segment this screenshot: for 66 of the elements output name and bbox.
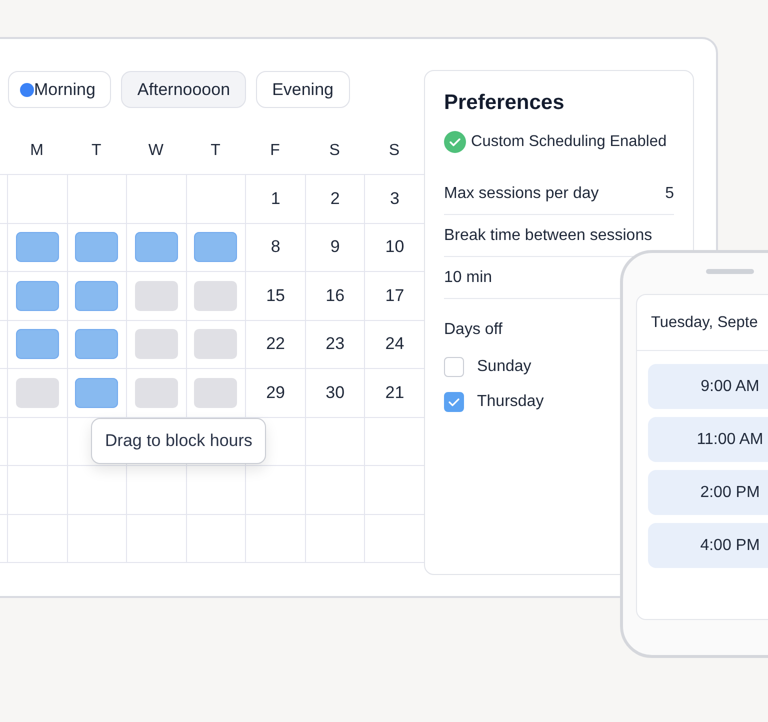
calendar-cell	[304, 465, 364, 514]
hour-block[interactable]	[75, 280, 118, 311]
hour-block[interactable]	[16, 232, 59, 262]
speaker-bar-icon	[706, 269, 754, 274]
hour-block[interactable]	[16, 280, 59, 311]
hour-block[interactable]	[134, 329, 178, 360]
checkbox[interactable]	[444, 357, 464, 377]
time-slot-button[interactable]: 2:00 PM	[648, 470, 768, 515]
time-slot-button[interactable]: 11:00 AM	[648, 417, 768, 462]
checkbox-label: Sunday	[477, 358, 532, 376]
time-slot-button[interactable]: 4:00 PM	[648, 523, 768, 568]
date-cell: 17	[364, 271, 424, 320]
hour-block[interactable]	[75, 329, 118, 360]
date-cell: 23	[304, 320, 364, 368]
calendar-cell	[126, 465, 186, 514]
calendar-cell	[186, 465, 246, 514]
date-cell: 24	[364, 320, 424, 368]
date-cell: 21	[364, 368, 424, 416]
date-cell: 30	[304, 368, 364, 416]
hour-block[interactable]	[194, 280, 238, 311]
date-cell: 15	[245, 271, 305, 320]
status-label: Custom Scheduling Enabled	[471, 133, 667, 151]
panel-title: Preferences	[444, 91, 566, 115]
date-cell: 10	[364, 222, 424, 271]
hour-block[interactable]	[75, 232, 118, 262]
date-cell: 29	[245, 368, 305, 416]
checkbox[interactable]	[444, 392, 464, 412]
weekday-label: F	[270, 142, 280, 160]
calendar-cell	[304, 416, 364, 465]
weekday-label: M	[30, 142, 44, 160]
hour-block[interactable]	[194, 329, 238, 360]
date-cell: 9	[304, 222, 364, 271]
calendar-cell	[66, 465, 126, 514]
date-heading: Tuesday, Septe	[651, 314, 758, 332]
date-cell: 3	[364, 174, 424, 222]
checkbox-label: Thursday	[477, 393, 544, 411]
setting-value: 5	[665, 184, 674, 202]
time-slot-button[interactable]: 9:00 AM	[648, 364, 768, 409]
weekday-label: T	[210, 142, 220, 160]
setting-label: Max sessions per day	[444, 184, 599, 202]
hour-block[interactable]	[75, 378, 118, 408]
hour-block[interactable]	[134, 378, 178, 408]
date-cell: 16	[304, 271, 364, 320]
weekday-label: T	[91, 142, 102, 160]
hour-block[interactable]	[194, 232, 238, 262]
tooltip: Drag to block hours	[91, 418, 266, 464]
date-cell: 2	[304, 174, 364, 222]
hour-block[interactable]	[16, 329, 59, 360]
calendar-cell	[245, 465, 305, 514]
filter-chip[interactable]: Evening	[256, 71, 350, 108]
date-cell: 1	[245, 174, 305, 222]
date-cell: 8	[245, 222, 305, 271]
weekday-label: S	[388, 142, 400, 160]
date-cell: 22	[245, 320, 305, 368]
weekday-label: S	[329, 142, 340, 160]
hour-block[interactable]	[194, 378, 238, 408]
setting-label: Break time between sessions	[444, 226, 652, 244]
weekday-label: W	[148, 142, 164, 160]
hour-block[interactable]	[134, 280, 178, 311]
filter-chip[interactable]: Afternoooon	[121, 71, 246, 108]
hour-block[interactable]	[134, 232, 178, 262]
filter-chip[interactable]: Morning	[8, 71, 112, 108]
selected-dot-icon	[20, 82, 34, 96]
hour-block[interactable]	[16, 378, 59, 408]
setting-value: 10 min	[444, 268, 492, 286]
calendar-cell	[7, 465, 67, 514]
